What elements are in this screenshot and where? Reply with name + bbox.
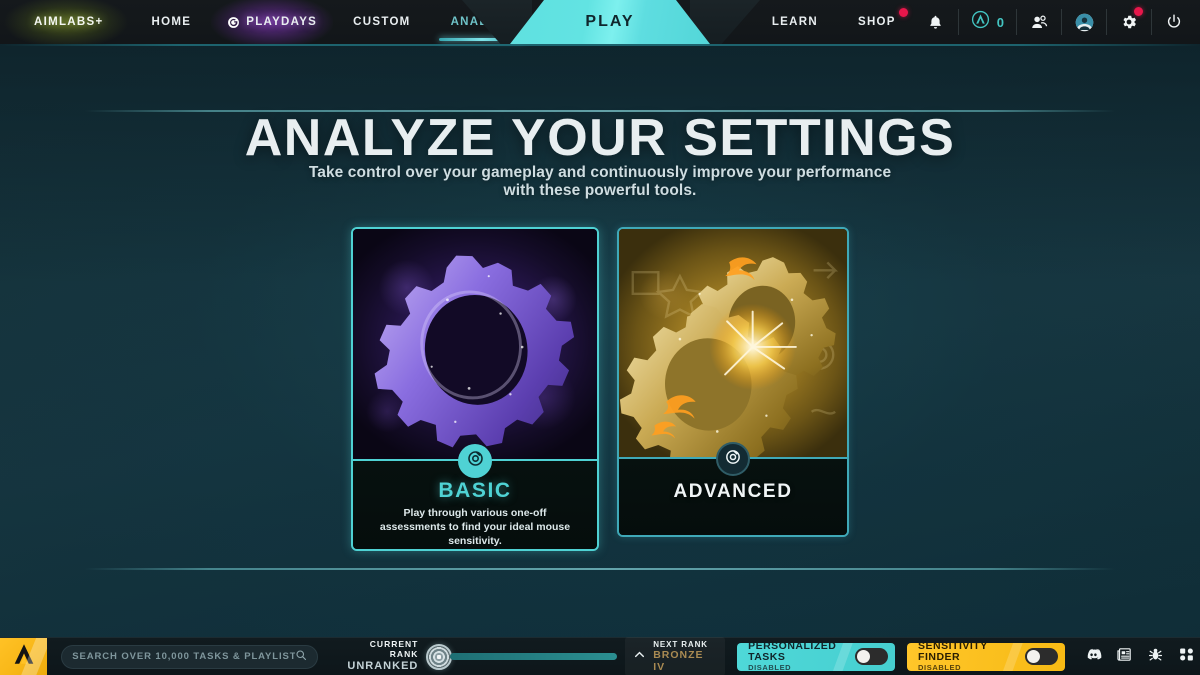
card-title-advanced: ADVANCED	[673, 481, 793, 502]
current-rank-value: UNRANKED	[347, 659, 419, 672]
nav-divider	[1016, 9, 1017, 35]
rank-progress-fill	[450, 653, 618, 660]
page-subtitle: Take control over your gameplay and cont…	[308, 164, 892, 200]
apps-grid-icon	[1178, 646, 1195, 668]
card-artwork-advanced	[619, 229, 847, 461]
aimlabs-logo-icon	[11, 641, 37, 672]
divider-bottom	[85, 568, 1115, 570]
switch-knob	[1027, 650, 1040, 663]
discord-icon	[1085, 646, 1102, 668]
logitech-g-icon	[227, 16, 240, 29]
main-content: ANALYZE YOUR SETTINGS Take control over …	[0, 44, 1200, 637]
card-badge-advanced	[716, 442, 750, 476]
news-button[interactable]	[1110, 642, 1138, 672]
card-description-basic: Play through various one-off assessments…	[379, 507, 571, 547]
search-icon	[295, 648, 307, 666]
next-rank-button[interactable]: NEXT RANK BRONZE IV	[625, 636, 726, 675]
nav-label-custom: CUSTOM	[353, 16, 411, 28]
sensitivity-finder-label: SENSITIVITY FINDER	[918, 642, 988, 664]
search-input[interactable]	[72, 651, 295, 662]
currency-balance-button[interactable]: 0	[961, 0, 1014, 44]
play-button[interactable]: PLAY	[510, 0, 710, 44]
power-icon	[1165, 13, 1183, 31]
play-button-label: PLAY	[585, 13, 635, 30]
personalized-tasks-label: PERSONALIZED TASKS	[748, 642, 837, 664]
sensitivity-finder-state: DISABLED	[918, 663, 962, 671]
target-icon	[724, 448, 742, 471]
nav-item-aimlabs-plus[interactable]: AIMLABS+	[0, 0, 132, 44]
sensitivity-finder-toggle[interactable]: SENSITIVITY FINDER DISABLED	[907, 642, 1065, 671]
apps-grid-button[interactable]	[1172, 642, 1200, 672]
nav-divider	[1061, 9, 1062, 35]
search-bar[interactable]	[61, 644, 318, 669]
chevron-up-icon	[633, 648, 646, 666]
settings-button[interactable]	[1109, 0, 1149, 44]
nav-label-aimlabs-plus: AIMLABS+	[34, 16, 104, 28]
switch-knob	[857, 650, 871, 663]
currency-count: 0	[996, 14, 1004, 30]
nav-label-shop: SHOP	[857, 16, 896, 28]
card-footer-basic: BASIC Play through various one-off asses…	[353, 444, 597, 549]
next-rank-value: BRONZE IV	[653, 649, 704, 674]
power-button[interactable]	[1154, 0, 1194, 44]
gear-icon	[1120, 13, 1138, 31]
personalized-tasks-switch[interactable]	[855, 648, 889, 665]
bug-report-button[interactable]	[1141, 642, 1169, 672]
discord-button[interactable]	[1079, 642, 1107, 672]
next-rank-caption: NEXT RANK	[653, 639, 708, 649]
nav-label-home: HOME	[151, 16, 192, 28]
settings-notification-dot	[1134, 7, 1143, 16]
profile-button[interactable]	[1064, 0, 1104, 44]
nav-divider	[1106, 9, 1107, 35]
card-title-basic: BASIC	[438, 479, 512, 502]
shop-notification-dot	[898, 8, 908, 17]
analyze-card-advanced[interactable]: ADVANCED	[617, 227, 849, 537]
analyze-card-basic[interactable]: BASIC Play through various one-off asses…	[351, 227, 599, 551]
card-badge-basic	[458, 444, 492, 478]
current-rank-labels: CURRENT RANK UNRANKED	[344, 640, 419, 672]
personalized-tasks-state: DISABLED	[748, 663, 792, 671]
nav-item-home[interactable]: HOME	[132, 0, 212, 44]
rank-emblem	[426, 643, 453, 670]
sensitivity-finder-switch[interactable]	[1025, 648, 1058, 665]
nav-label-learn: LEARN	[771, 16, 818, 28]
bottom-bar: CURRENT RANK UNRANKED NEXT RANK BRONZE I…	[0, 636, 1200, 675]
personalized-tasks-labels: PERSONALIZED TASKS DISABLED	[748, 643, 855, 671]
nav-divider	[1151, 9, 1152, 35]
personalized-tasks-toggle[interactable]: PERSONALIZED TASKS DISABLED	[737, 642, 896, 671]
nav-left-group: AIMLABS+ HOME PLAYDAYS CUSTOM ANALYZE	[0, 0, 533, 44]
rank-progress-bar	[450, 653, 618, 660]
card-artwork-basic	[353, 229, 597, 463]
news-icon	[1116, 646, 1133, 668]
nav-right-group: LEARN SHOP 0	[752, 0, 1200, 44]
target-icon	[466, 449, 485, 473]
profile-avatar-icon	[1074, 12, 1095, 33]
app-root: AIMLABS+ HOME PLAYDAYS CUSTOM ANALYZE	[0, 0, 1200, 675]
aimlabs-coin-icon	[971, 10, 990, 34]
bug-report-icon	[1147, 646, 1164, 668]
bottom-icon-group	[1079, 642, 1200, 672]
card-footer-advanced: ADVANCED	[619, 442, 847, 535]
mode-card-list: BASIC Play through various one-off asses…	[0, 227, 1200, 551]
sensitivity-finder-labels: SENSITIVITY FINDER DISABLED	[918, 643, 1025, 671]
nav-item-custom[interactable]: CUSTOM	[333, 0, 430, 44]
bell-icon	[927, 14, 944, 31]
friends-icon	[1030, 13, 1049, 32]
nav-label-playdays: PLAYDAYS	[246, 16, 318, 28]
notifications-button[interactable]	[916, 0, 956, 44]
top-navigation-bar: AIMLABS+ HOME PLAYDAYS CUSTOM ANALYZE	[0, 0, 1200, 46]
page-title: ANALYZE YOUR SETTINGS	[244, 109, 956, 167]
nav-item-shop[interactable]: SHOP	[838, 0, 916, 44]
friends-button[interactable]	[1019, 0, 1059, 44]
aimlabs-home-logo-button[interactable]	[0, 637, 48, 675]
nav-item-learn[interactable]: LEARN	[752, 0, 838, 44]
current-rank-caption: CURRENT RANK	[369, 639, 419, 660]
nav-divider	[957, 9, 959, 35]
nav-item-playdays[interactable]: PLAYDAYS	[211, 0, 334, 44]
rank-progress-block: CURRENT RANK UNRANKED NEXT RANK BRONZE I…	[344, 636, 726, 675]
next-rank-labels: NEXT RANK BRONZE IV	[653, 640, 713, 673]
